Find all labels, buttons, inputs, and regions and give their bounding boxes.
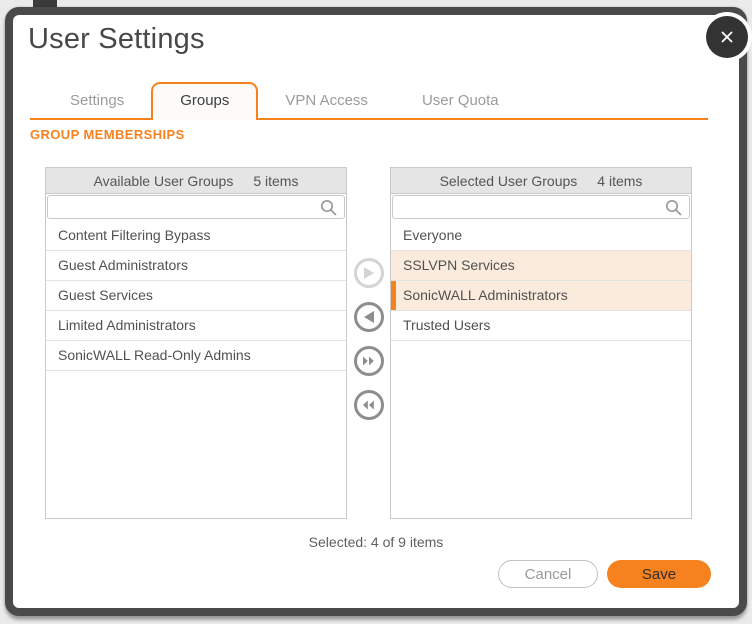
move-all-right-button[interactable] xyxy=(354,346,384,376)
selected-list-title: Selected User Groups xyxy=(440,173,578,189)
section-title: GROUP MEMBERSHIPS xyxy=(30,127,185,142)
cancel-button[interactable]: Cancel xyxy=(498,560,598,588)
save-button[interactable]: Save xyxy=(607,560,711,588)
selected-groups-list: Selected User Groups 4 items EveryoneSSL… xyxy=(390,167,692,519)
move-left-button[interactable] xyxy=(354,302,384,332)
user-settings-dialog: User Settings SettingsGroupsVPN AccessUs… xyxy=(5,7,747,616)
move-all-left-button[interactable] xyxy=(354,390,384,420)
list-item[interactable]: Limited Administrators xyxy=(46,311,346,341)
close-icon xyxy=(719,29,735,45)
selected-list-header: Selected User Groups 4 items xyxy=(391,168,691,194)
tab-settings[interactable]: Settings xyxy=(43,82,151,120)
available-search-input[interactable] xyxy=(47,195,345,219)
list-item[interactable]: Everyone xyxy=(391,221,691,251)
double-arrow-left-icon xyxy=(363,399,375,411)
tab-user-quota[interactable]: User Quota xyxy=(395,82,526,120)
list-item[interactable]: Content Filtering Bypass xyxy=(46,221,346,251)
selected-search xyxy=(391,194,691,221)
tab-groups[interactable]: Groups xyxy=(151,82,258,120)
double-arrow-right-icon xyxy=(363,355,375,367)
selected-list-count: 4 items xyxy=(597,173,642,189)
tab-vpn-access[interactable]: VPN Access xyxy=(258,82,395,120)
list-item[interactable]: Guest Services xyxy=(46,281,346,311)
available-list-count: 5 items xyxy=(253,173,298,189)
arrow-left-icon xyxy=(363,311,375,323)
search-icon xyxy=(320,199,337,216)
available-list-header: Available User Groups 5 items xyxy=(46,168,346,194)
available-list-title: Available User Groups xyxy=(94,173,234,189)
list-item[interactable]: Guest Administrators xyxy=(46,251,346,281)
selected-search-input[interactable] xyxy=(392,195,690,219)
list-item[interactable]: Trusted Users xyxy=(391,311,691,341)
transfer-controls xyxy=(354,258,384,434)
selection-summary: Selected: 4 of 9 items xyxy=(13,534,739,550)
list-item[interactable]: SonicWALL Administrators xyxy=(391,281,691,311)
tab-bar: SettingsGroupsVPN AccessUser Quota xyxy=(43,82,526,120)
move-right-button xyxy=(354,258,384,288)
close-button[interactable] xyxy=(706,16,748,58)
available-rows: Content Filtering BypassGuest Administra… xyxy=(46,221,346,371)
selected-rows: EveryoneSSLVPN ServicesSonicWALL Adminis… xyxy=(391,221,691,341)
list-item[interactable]: SSLVPN Services xyxy=(391,251,691,281)
list-item[interactable]: SonicWALL Read-Only Admins xyxy=(46,341,346,371)
available-groups-list: Available User Groups 5 items Content Fi… xyxy=(45,167,347,519)
dialog-title: User Settings xyxy=(28,23,205,56)
search-icon xyxy=(665,199,682,216)
available-search xyxy=(46,194,346,221)
arrow-right-icon xyxy=(363,267,375,279)
